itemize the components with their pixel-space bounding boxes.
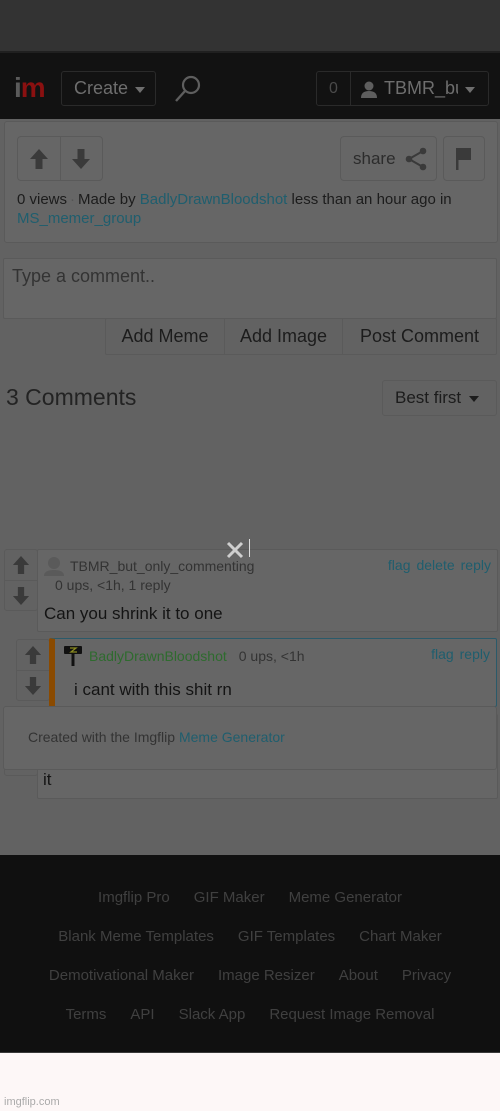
share-icon: [405, 147, 426, 170]
add-meme-button[interactable]: Add Meme: [106, 319, 224, 354]
hammer-avatar-icon: [64, 646, 82, 666]
arrow-down-icon: [72, 148, 91, 169]
flag-link[interactable]: flag: [388, 557, 411, 573]
comment-header: BadlyDrawnBloodshot 0 ups, <1h: [63, 645, 305, 667]
chevron-down-icon: [135, 86, 146, 93]
search-button[interactable]: [172, 73, 204, 105]
top-nav: im Create 0 TBMR_but: [0, 53, 500, 119]
comment-downvote-button[interactable]: [5, 580, 37, 610]
comment-username[interactable]: TBMR_but_only_commenting: [70, 558, 254, 574]
post-comment-button[interactable]: Post Comment: [342, 319, 496, 354]
comment-upvote-button[interactable]: [17, 640, 49, 670]
chevron-down-icon: [465, 86, 475, 93]
sort-label: Best first: [395, 388, 462, 407]
flag-icon: [456, 147, 471, 170]
meme-generator-link[interactable]: Meme Generator: [179, 729, 285, 745]
arrow-up-icon: [29, 148, 48, 169]
footer-link[interactable]: GIF Templates: [238, 928, 335, 945]
time-text: less than an hour ago in: [291, 191, 452, 208]
create-button[interactable]: Create: [61, 71, 156, 106]
close-overlay-button[interactable]: [226, 541, 244, 559]
arrow-down-icon: [24, 676, 42, 695]
notification-count[interactable]: 0: [317, 72, 351, 105]
footer-link[interactable]: GIF Maker: [194, 889, 265, 906]
footer-link[interactable]: Chart Maker: [359, 928, 442, 945]
username: TBMR_but: [384, 78, 458, 98]
default-avatar-icon: [44, 557, 64, 576]
comment-links: flag delete reply: [382, 557, 491, 573]
footer-row: Terms API Slack App Request Image Remova…: [0, 1006, 500, 1023]
footer-row: Demotivational Maker Image Resizer About…: [0, 967, 500, 984]
create-label: Create: [74, 78, 129, 98]
status-bar: [0, 0, 500, 53]
comment-vote: [16, 639, 50, 701]
arrow-up-icon: [24, 646, 42, 664]
group-link[interactable]: MS_memer_group: [17, 210, 141, 227]
author-link[interactable]: BadlyDrawnBloodshot: [140, 191, 288, 208]
add-image-button[interactable]: Add Image: [224, 319, 342, 354]
comment-downvote-button[interactable]: [17, 670, 49, 700]
footer: Imgflip Pro GIF Maker Meme Generator Bla…: [0, 855, 500, 1052]
meme-vote-group: [17, 136, 103, 181]
chevron-down-icon: [469, 396, 480, 402]
close-icon: [226, 541, 244, 559]
share-button[interactable]: share: [340, 136, 437, 181]
comment-text: i cant with this shit rn: [74, 680, 232, 699]
created-with-prefix: Created with the Imgflip: [28, 729, 176, 745]
comment-body: BadlyDrawnBloodshot 0 ups, <1h flag reply…: [49, 638, 497, 707]
comment-text: Can you shrink it to one: [44, 604, 223, 623]
imgflip-logo[interactable]: im: [14, 74, 46, 102]
bottom-area: imgflip.com: [0, 1052, 500, 1111]
downvote-button[interactable]: [59, 137, 103, 180]
footer-link[interactable]: Terms: [66, 1006, 107, 1023]
arrow-up-icon: [12, 556, 30, 574]
delete-link[interactable]: delete: [416, 557, 454, 573]
comment-meta: 0 ups, <1h: [238, 648, 305, 664]
comments-count-title: 3 Comments: [6, 384, 137, 410]
text-cursor: [249, 539, 250, 557]
footer-link[interactable]: Request Image Removal: [269, 1006, 434, 1023]
view-count: 0 views: [17, 191, 68, 208]
comment-links: flag reply: [425, 646, 490, 662]
made-by-label: Made by: [78, 191, 136, 208]
sort-dropdown[interactable]: Best first: [382, 380, 497, 416]
upvote-button[interactable]: [18, 137, 60, 180]
footer-link[interactable]: Blank Meme Templates: [58, 928, 214, 945]
comment-placeholder: Type a comment..: [12, 266, 156, 286]
footer-link[interactable]: Demotivational Maker: [49, 967, 194, 984]
footer-link[interactable]: API: [130, 1006, 154, 1023]
comment-upvote-button[interactable]: [5, 550, 37, 580]
footer-row: Blank Meme Templates GIF Templates Chart…: [0, 928, 500, 945]
footer-row: Imgflip Pro GIF Maker Meme Generator: [0, 889, 500, 906]
footer-link[interactable]: Meme Generator: [289, 889, 402, 906]
comment-username[interactable]: BadlyDrawnBloodshot: [89, 648, 227, 664]
comment-actions: Add Meme Add Image Post Comment: [105, 318, 497, 355]
meme-actions-panel: share 0 views · Made by BadlyDrawnBloodsho…: [4, 121, 498, 243]
user-icon: [361, 81, 377, 98]
footer-link[interactable]: Privacy: [402, 967, 451, 984]
user-menu-group: 0 TBMR_but: [316, 71, 489, 106]
footer-link[interactable]: About: [339, 967, 378, 984]
reply-link[interactable]: reply: [460, 646, 490, 662]
created-with-text: Created with the Imgflip Meme Generator: [28, 729, 285, 745]
flag-link[interactable]: flag: [431, 646, 454, 662]
reply-link[interactable]: reply: [461, 557, 491, 573]
comment-body: TBMR_but_only_commenting 0 ups, <1h, 1 r…: [37, 549, 498, 632]
comment-vote: [4, 549, 38, 611]
comment-header: TBMR_but_only_commenting: [44, 556, 254, 576]
footer-link[interactable]: Imgflip Pro: [98, 889, 170, 906]
footer-link[interactable]: Image Resizer: [218, 967, 315, 984]
meme-info: 0 views · Made by BadlyDrawnBloodshot less…: [17, 190, 477, 228]
comment-meta: 0 ups, <1h, 1 reply: [55, 577, 171, 593]
separator-dot: ·: [70, 191, 76, 208]
footer-link[interactable]: Slack App: [179, 1006, 246, 1023]
comment-input[interactable]: Type a comment..: [3, 258, 497, 319]
share-label: share: [353, 148, 396, 168]
created-with-panel: Created with the Imgflip Meme Generator: [3, 706, 497, 770]
flag-button[interactable]: [443, 136, 485, 181]
arrow-down-icon: [12, 586, 30, 605]
search-icon: [175, 75, 201, 102]
watermark: imgflip.com: [4, 1096, 60, 1108]
user-menu-button[interactable]: TBMR_but: [351, 72, 488, 105]
